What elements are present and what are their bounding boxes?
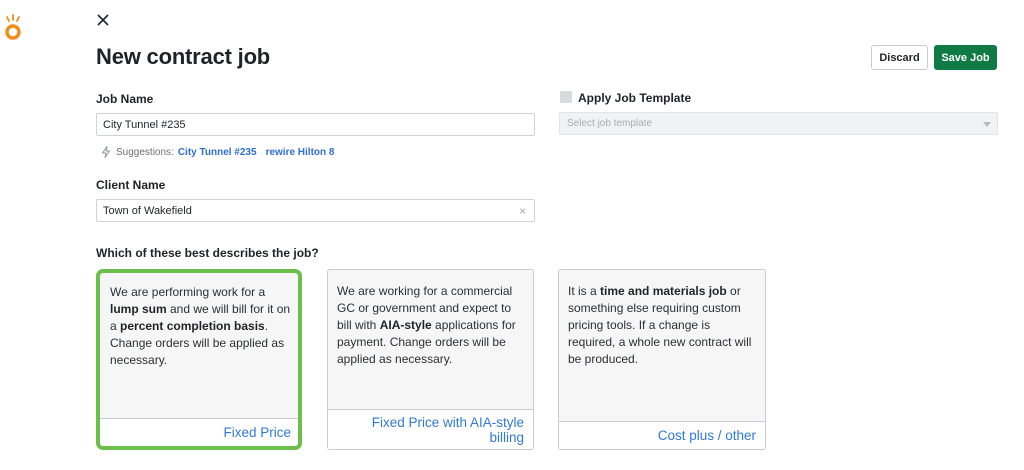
job-type-card-cost-plus[interactable]: It is a time and materials job or someth… [558, 269, 766, 450]
job-template-placeholder: Select job template [567, 118, 653, 129]
job-type-label: Fixed Price with AIA-style billing [328, 409, 533, 449]
save-job-button[interactable]: Save Job [934, 45, 997, 70]
job-type-label: Cost plus / other [559, 421, 765, 449]
job-type-card-fixed-price-aia[interactable]: We are working for a commercial GC or go… [327, 269, 534, 450]
client-name-label: Client Name [96, 178, 166, 192]
job-type-question: Which of these best describes the job? [96, 246, 319, 260]
job-type-description: We are working for a commercial GC or go… [337, 284, 516, 366]
suggestions-label: Suggestions: [116, 146, 174, 158]
suggestions: Suggestions: City Tunnel #235 rewire Hil… [101, 146, 334, 158]
apply-template-label[interactable]: Apply Job Template [578, 91, 691, 105]
close-icon[interactable] [96, 13, 110, 27]
job-type-description: We are performing work for a lump sum an… [110, 285, 291, 367]
job-type-description: It is a time and materials job or someth… [568, 284, 752, 366]
discard-button[interactable]: Discard [871, 45, 928, 70]
job-name-label: Job Name [96, 92, 154, 106]
job-type-card-fixed-price[interactable]: We are performing work for a lump sum an… [96, 269, 302, 450]
apply-template-checkbox[interactable] [560, 91, 572, 103]
client-name-input[interactable]: Town of Wakefield × [96, 199, 535, 222]
client-name-value: Town of Wakefield [103, 204, 192, 217]
job-name-value: City Tunnel #235 [103, 118, 186, 131]
job-template-select[interactable]: Select job template [559, 112, 998, 135]
job-name-input[interactable]: City Tunnel #235 [96, 113, 535, 136]
chevron-down-icon [983, 122, 991, 127]
logo-icon [5, 14, 21, 40]
lightning-icon [102, 146, 110, 158]
suggestion-link[interactable]: rewire Hilton 8 [266, 147, 335, 158]
clear-icon[interactable]: × [519, 204, 526, 218]
page-title: New contract job [96, 44, 271, 69]
job-type-label: Fixed Price [100, 418, 298, 446]
suggestion-link[interactable]: City Tunnel #235 [178, 147, 257, 158]
